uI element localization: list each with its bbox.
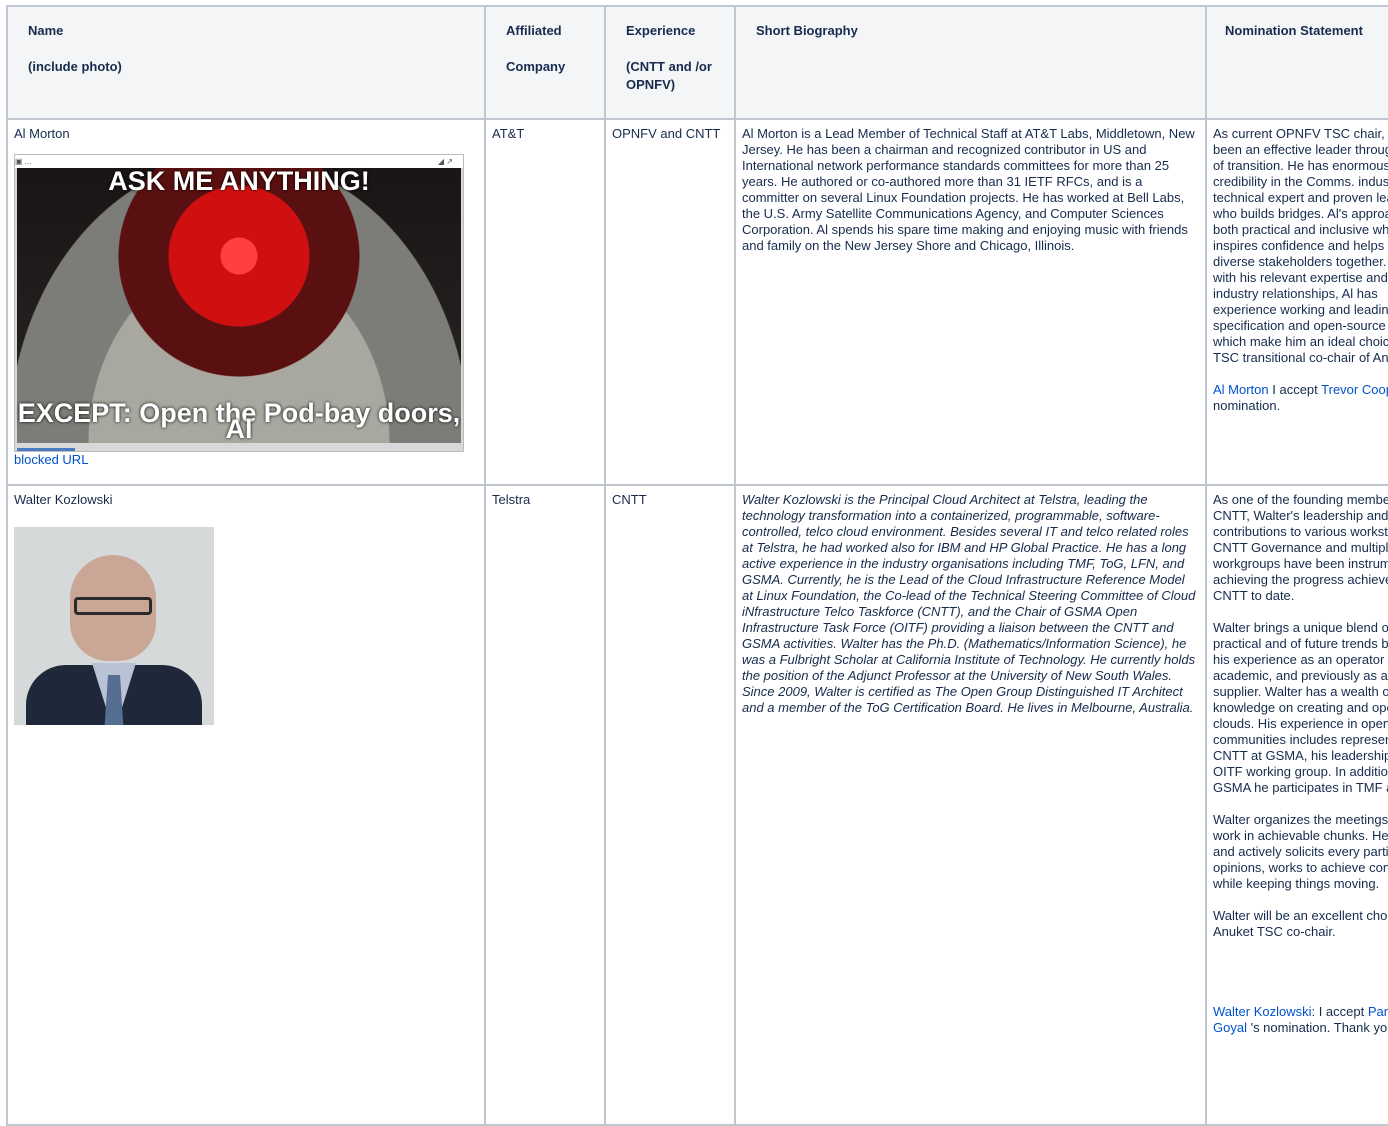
- experience-cell: CNTT: [604, 484, 736, 1126]
- photo-caption-bottom: EXCEPT: Open the Pod-bay doors, Al: [17, 398, 461, 444]
- nomination-paragraph: Walter organizes the meetings and work i…: [1213, 812, 1388, 891]
- table-row: Al Morton ▣ ... ◢ ↗ ASK ME ANYTHING! EXC…: [6, 118, 1388, 486]
- company-cell: Telstra: [484, 484, 606, 1126]
- header-company: Affiliated Company: [484, 5, 606, 120]
- nomination-paragraph: Walter will be an excellent choice for A…: [1213, 908, 1388, 939]
- header-name: Name (include photo): [6, 5, 486, 120]
- name-cell: Walter Kozlowski: [6, 484, 486, 1126]
- acceptance-line: Walter Kozlowski: I accept Pankaj Goyal …: [1213, 1004, 1388, 1036]
- nominee-photo: [14, 527, 214, 725]
- company-cell: AT&T: [484, 118, 606, 486]
- table-row: Walter Kozlowski Telstra CNTT Walter Koz…: [6, 484, 1388, 1126]
- nomination-cell: As one of the founding members of CNTT, …: [1205, 484, 1388, 1126]
- nomination-paragraph: As current OPNFV TSC chair, Al has been …: [1213, 126, 1388, 365]
- experience-cell: OPNFV and CNTT: [604, 118, 736, 486]
- nomination-paragraph: Walter brings a unique blend of practica…: [1213, 620, 1388, 795]
- bio-cell: Al Morton is a Lead Member of Technical …: [734, 118, 1207, 486]
- acceptance-line: Al Morton I accept Trevor Cooper 's nomi…: [1213, 382, 1388, 414]
- name-cell: Al Morton ▣ ... ◢ ↗ ASK ME ANYTHING! EXC…: [6, 118, 486, 486]
- header-nomination: Nomination Statement: [1205, 5, 1388, 120]
- bio-text: Walter Kozlowski is the Principal Cloud …: [742, 492, 1196, 715]
- header-experience: Experience (CNTT and /or OPNFV): [604, 5, 736, 120]
- nominee-photo: ▣ ... ◢ ↗ ASK ME ANYTHING! EXCEPT: Open …: [14, 154, 464, 452]
- nominee-name: Walter Kozlowski: [14, 492, 113, 507]
- nominee-user-link[interactable]: Al Morton: [1213, 382, 1269, 397]
- nominator-user-link[interactable]: Trevor Cooper: [1321, 382, 1388, 397]
- nomination-paragraph: As one of the founding members of CNTT, …: [1213, 492, 1388, 603]
- blocked-url-link[interactable]: blocked URL: [14, 452, 88, 467]
- nominee-name: Al Morton: [14, 126, 70, 141]
- photo-caption-top: ASK ME ANYTHING!: [108, 166, 370, 196]
- nominee-user-link[interactable]: Walter Kozlowski: [1213, 1004, 1311, 1019]
- header-row: Name (include photo) Affiliated Company …: [6, 5, 1388, 120]
- bio-cell: Walter Kozlowski is the Principal Cloud …: [734, 484, 1207, 1126]
- nominations-table: Name (include photo) Affiliated Company …: [6, 5, 1388, 1126]
- header-bio: Short Biography: [734, 5, 1207, 120]
- nomination-cell: As current OPNFV TSC chair, Al has been …: [1205, 118, 1388, 486]
